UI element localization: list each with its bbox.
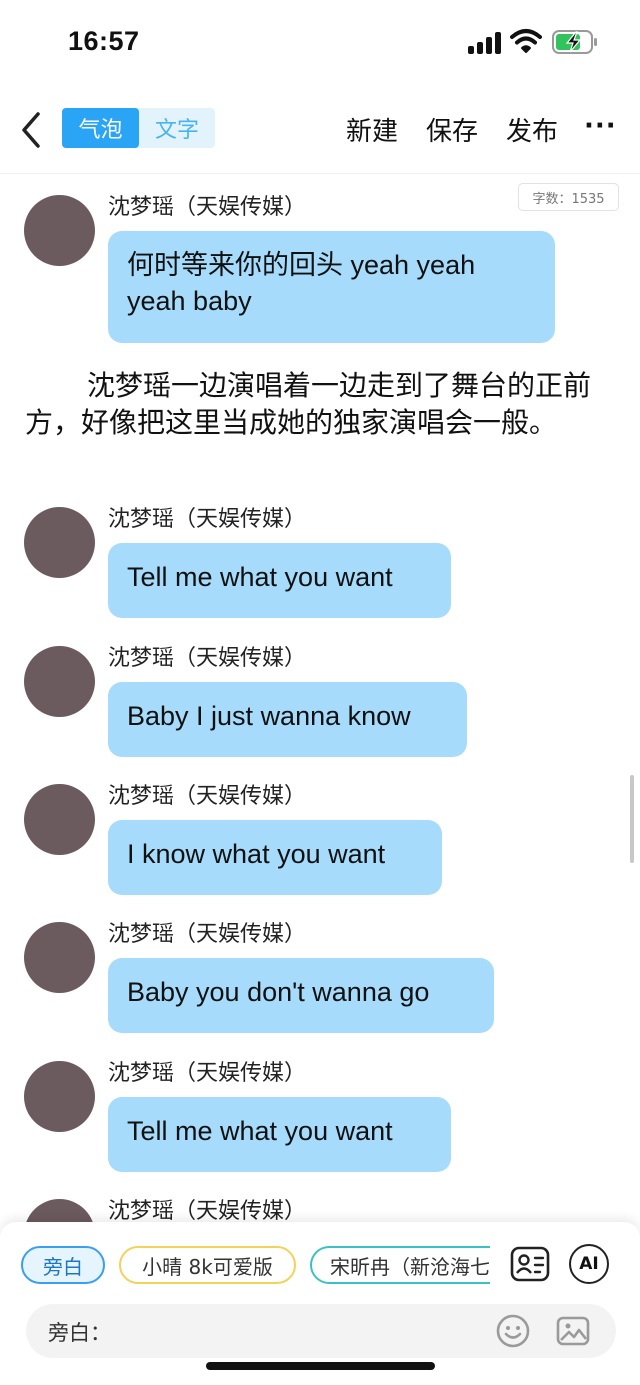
contact-card-icon[interactable] — [510, 1244, 550, 1284]
emoji-icon[interactable] — [495, 1313, 531, 1349]
wifi-icon — [510, 29, 542, 53]
status-bar: 16:57 — [0, 0, 640, 84]
message-text-line: 何时等来你的回头 yeah yeah — [127, 250, 476, 280]
sender-name: 沈梦瑶（天娱传媒） — [108, 507, 307, 532]
word-count-badge: 字数：1535 — [518, 183, 619, 211]
message-bubble[interactable]: Tell me what you want — [108, 1097, 451, 1172]
role-chip-narration[interactable]: 旁白 — [21, 1246, 105, 1284]
sender-name: 沈梦瑶（天娱传媒） — [108, 922, 307, 947]
sender-name: 沈梦瑶（天娱传媒） — [108, 1061, 307, 1086]
avatar[interactable] — [24, 1061, 95, 1132]
publish-button[interactable]: 发布 — [506, 111, 558, 148]
ai-assistant-button[interactable]: AI — [569, 1244, 609, 1284]
bottom-input-panel: 旁白 小晴 8k可爱版 宋昕冉（新沧海七 AI 旁白： — [0, 1222, 640, 1385]
avatar[interactable] — [24, 195, 95, 266]
role-chip-character[interactable]: 小晴 8k可爱版 — [119, 1246, 296, 1284]
more-options-button[interactable]: ··· — [584, 111, 617, 141]
message-text-line: yeah baby — [127, 286, 252, 316]
nav-divider — [0, 173, 640, 174]
tab-text[interactable]: 文字 — [139, 108, 215, 148]
message-input[interactable]: 旁白： — [26, 1304, 616, 1358]
narration-paragraph[interactable]: 沈梦瑶一边演唱着一边走到了舞台的正前方，好像把这里当成她的独家演唱会一般。 — [25, 367, 605, 441]
home-indicator[interactable] — [206, 1362, 435, 1370]
sender-name: 沈梦瑶（天娱传媒） — [108, 195, 307, 220]
top-nav: 气泡 文字 新建 保存 发布 ··· — [0, 96, 640, 166]
tab-bubble[interactable]: 气泡 — [62, 108, 139, 148]
status-time: 16:57 — [68, 26, 140, 56]
sender-name: 沈梦瑶（天娱传媒） — [108, 1199, 307, 1224]
message-bubble[interactable]: Baby I just wanna know — [108, 682, 467, 757]
scrollbar[interactable] — [630, 775, 634, 863]
message-bubble[interactable]: I know what you want — [108, 820, 442, 895]
role-chip-character[interactable]: 宋昕冉（新沧海七 — [310, 1246, 490, 1284]
avatar[interactable] — [24, 784, 95, 855]
signal-icon — [468, 32, 502, 54]
sender-name: 沈梦瑶（天娱传媒） — [108, 646, 307, 671]
avatar[interactable] — [24, 646, 95, 717]
save-button[interactable]: 保存 — [426, 111, 478, 148]
input-role-label: 旁白： — [48, 1321, 111, 1345]
mode-segmented-control: 气泡 文字 — [62, 108, 215, 148]
avatar[interactable] — [24, 922, 95, 993]
avatar[interactable] — [24, 507, 95, 578]
back-chevron-icon[interactable] — [18, 108, 48, 152]
sender-name: 沈梦瑶（天娱传媒） — [108, 784, 307, 809]
message-bubble[interactable]: Baby you don't wanna go — [108, 958, 494, 1033]
image-icon[interactable] — [555, 1313, 591, 1349]
message-bubble[interactable]: 何时等来你的回头 yeah yeah yeah baby — [108, 231, 555, 343]
new-button[interactable]: 新建 — [346, 111, 398, 148]
message-bubble[interactable]: Tell me what you want — [108, 543, 451, 618]
battery-charging-icon — [552, 30, 597, 54]
